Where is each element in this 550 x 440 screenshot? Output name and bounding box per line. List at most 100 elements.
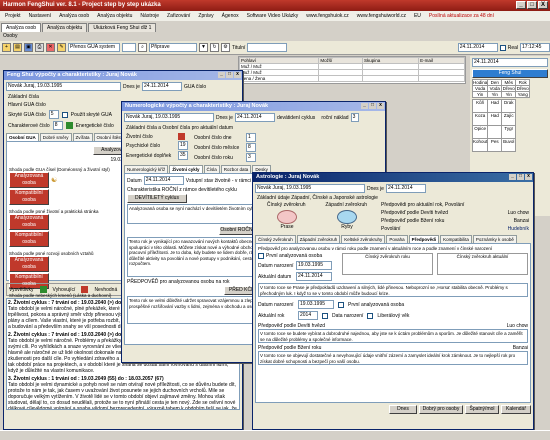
menu-item-analyza-osob[interactable]: Analýza osob bbox=[56, 11, 92, 21]
print-icon[interactable]: ⎙ bbox=[35, 43, 44, 52]
menu-item-aktualizace[interactable]: Poslíná aktualizace za 48 dní bbox=[426, 11, 497, 21]
dnes-button[interactable]: Dnes bbox=[389, 405, 417, 414]
datum-input-2[interactable]: 19.03.1995 bbox=[298, 300, 334, 309]
w2-date[interactable]: 24.11.2014 bbox=[234, 113, 275, 122]
animal-cell[interactable]: Koza bbox=[471, 112, 489, 126]
gua-system-combo[interactable]: Přenos GUA system bbox=[68, 43, 120, 52]
menu-item-zarizovani[interactable]: Zařizování bbox=[164, 11, 193, 21]
kalendar-button[interactable]: Kalendář bbox=[501, 405, 531, 414]
dobry-pro-osoby-button[interactable]: Dobrý pro osoby bbox=[419, 405, 463, 414]
tab-ukazkova[interactable]: Ukázková Feng Shui dlž 1 bbox=[88, 23, 157, 32]
titulni-combo[interactable] bbox=[247, 43, 288, 52]
menu-item-analyza-objektu[interactable]: Analýza objektu bbox=[94, 11, 135, 21]
close-icon[interactable]: x bbox=[234, 72, 241, 78]
animal-cell[interactable]: Tygr bbox=[501, 125, 517, 139]
w1-person-combo[interactable]: Novák Juraj, 19.03.1995 bbox=[6, 82, 121, 91]
menu-item-software[interactable]: Software Video Ukázky bbox=[244, 11, 302, 21]
btn-analyzovana-3[interactable]: Analyzovaná osoba bbox=[9, 256, 49, 272]
menu-item-zpravy[interactable]: Zprávy bbox=[195, 11, 216, 21]
w2-person-combo[interactable]: Novák Juraj, 19.03.1995 bbox=[124, 113, 214, 122]
w2-datum-input[interactable]: 24.11.2014 bbox=[143, 176, 184, 185]
minimize-button[interactable]: _ bbox=[516, 1, 526, 9]
w1-date[interactable]: 24.11.2014 bbox=[141, 82, 182, 91]
maximize-icon[interactable]: □ bbox=[517, 174, 524, 180]
liberalni-vek-radio[interactable] bbox=[367, 312, 374, 319]
animal-cell[interactable]: Zajíc bbox=[501, 112, 517, 126]
tab-povaha[interactable]: Povaha bbox=[386, 235, 408, 243]
spatny-button[interactable]: Špatný/mol bbox=[465, 405, 499, 414]
filter-icon[interactable]: ▼ bbox=[199, 43, 208, 52]
menu-item-eu[interactable]: EU bbox=[411, 11, 424, 21]
devitilety-cyklus-button[interactable]: DEVÍTILETÝ cyklus bbox=[127, 194, 187, 203]
tab-rozbor-data[interactable]: Rozbor data bbox=[220, 165, 252, 173]
aktualni-rok-input[interactable]: 2014 bbox=[298, 311, 318, 320]
search-icon[interactable]: ⌕ bbox=[138, 43, 147, 52]
maximize-button[interactable]: □ bbox=[527, 1, 537, 9]
tools-icon[interactable]: ⚙ bbox=[221, 43, 230, 52]
tab-zivotni-cykly[interactable]: Životní cykly bbox=[169, 165, 203, 173]
tab-predpovedi[interactable]: Předpovědi bbox=[408, 235, 440, 243]
menu-item-fengshuiok[interactable]: www.fengshuiok.cz bbox=[303, 11, 352, 21]
prijmeni-combo[interactable]: Připrave bbox=[149, 43, 197, 52]
small-combo[interactable] bbox=[122, 43, 136, 52]
tab-dobre-smery[interactable]: Dobré směry bbox=[39, 133, 72, 141]
tab-zapadni-zverokruh[interactable]: Západní zvěrokruh bbox=[296, 235, 341, 243]
open-icon[interactable]: ▤ bbox=[13, 43, 22, 52]
table-row[interactable]: Žena / Žena bbox=[238, 75, 465, 82]
tab-numerologicky-kriz[interactable]: Numerologický kříž bbox=[124, 165, 169, 173]
menu-item-agenox[interactable]: Ágenox bbox=[219, 11, 242, 21]
toolbar-time[interactable]: 17:12:45 bbox=[520, 43, 550, 52]
delete-icon[interactable]: ✕ bbox=[46, 43, 55, 52]
tab-zvirata[interactable]: Zvířata bbox=[72, 133, 93, 141]
animal-cell[interactable]: Opice bbox=[471, 125, 489, 139]
tab-cinsky-zverokruh[interactable]: Čínský zvěrokruh bbox=[255, 235, 296, 243]
druha-osoba-checkbox[interactable] bbox=[338, 301, 344, 308]
menu-item-nastaveni[interactable]: Nastavení bbox=[26, 11, 55, 21]
menu-item-projekt[interactable]: Projekt bbox=[2, 11, 24, 21]
data-narozeni-radio[interactable] bbox=[322, 312, 328, 319]
animal-cell[interactable]: Kůň bbox=[471, 99, 489, 113]
datum-narozeni-input[interactable]: 19.03.1995 bbox=[296, 261, 332, 270]
toolbar-date[interactable]: 24.11.2014 bbox=[457, 43, 498, 52]
animal-cell[interactable]: Drak bbox=[501, 99, 517, 113]
w3-date[interactable]: 24.11.2014 bbox=[385, 184, 426, 193]
new-icon[interactable]: + bbox=[2, 43, 11, 52]
right-date[interactable]: 24.11.2014 bbox=[472, 58, 548, 67]
animal-cell[interactable]: Had bbox=[487, 99, 503, 113]
prvni-osoba-checkbox[interactable] bbox=[258, 253, 264, 259]
pouzit-skryte-checkbox[interactable] bbox=[61, 111, 68, 118]
aktualni-datum-input[interactable]: 24.11.2014 bbox=[296, 272, 332, 281]
maximize-icon[interactable]: □ bbox=[226, 72, 233, 78]
refresh-icon[interactable]: ↻ bbox=[210, 43, 219, 52]
minimize-icon[interactable]: _ bbox=[218, 72, 225, 78]
close-icon[interactable]: x bbox=[377, 103, 384, 109]
menu-item-fengshuiworld[interactable]: www.fengshuiworld.cz bbox=[354, 11, 409, 21]
btn-analyzovana-2[interactable]: Analyzovaná osoba bbox=[9, 214, 49, 230]
animal-cell[interactable]: Pes bbox=[487, 138, 503, 152]
tab-kompatibilita[interactable]: Kompatibilita bbox=[440, 235, 472, 243]
w3-person-combo[interactable]: Novák Juraj, 19.03.1995 bbox=[255, 184, 365, 193]
save-icon[interactable]: ▣ bbox=[24, 43, 33, 52]
animal-cell[interactable]: Had bbox=[487, 112, 503, 126]
minimize-icon[interactable]: _ bbox=[509, 174, 516, 180]
animal-cell[interactable]: Kohout bbox=[471, 138, 489, 152]
tab-poznamky[interactable]: Poznámky k osobě bbox=[472, 235, 517, 243]
close-button[interactable]: X bbox=[538, 1, 548, 9]
tab-cisla[interactable]: Čísla bbox=[203, 165, 220, 173]
btn-kompatibilni-2[interactable]: Kompatibilní osoba bbox=[9, 231, 49, 247]
tab-analyza-objektu[interactable]: Analýza objektu bbox=[42, 23, 88, 32]
animal-cell[interactable]: Buvol bbox=[501, 138, 517, 152]
tab-keltske[interactable]: Keltské zvěrokruhy bbox=[341, 235, 386, 243]
real-checkbox[interactable] bbox=[499, 44, 506, 51]
tab-analyza-osob[interactable]: Analýza osob bbox=[1, 23, 42, 32]
tab-osobni-gua[interactable]: Osobní GUA bbox=[6, 133, 39, 141]
char-cislo-value: 8 bbox=[52, 121, 63, 130]
edit-icon[interactable]: ✎ bbox=[57, 43, 66, 52]
minimize-icon[interactable]: _ bbox=[361, 103, 368, 109]
animal-cell[interactable] bbox=[487, 125, 503, 139]
maximize-icon[interactable]: □ bbox=[369, 103, 376, 109]
btn-kompatibilni-1[interactable]: Kompatibilní osoba bbox=[9, 189, 49, 205]
close-icon[interactable]: x bbox=[525, 174, 532, 180]
menu-item-nastroje[interactable]: Nástroje bbox=[137, 11, 162, 21]
btn-analyzovana-1[interactable]: Analyzovaná osoba bbox=[9, 172, 49, 188]
